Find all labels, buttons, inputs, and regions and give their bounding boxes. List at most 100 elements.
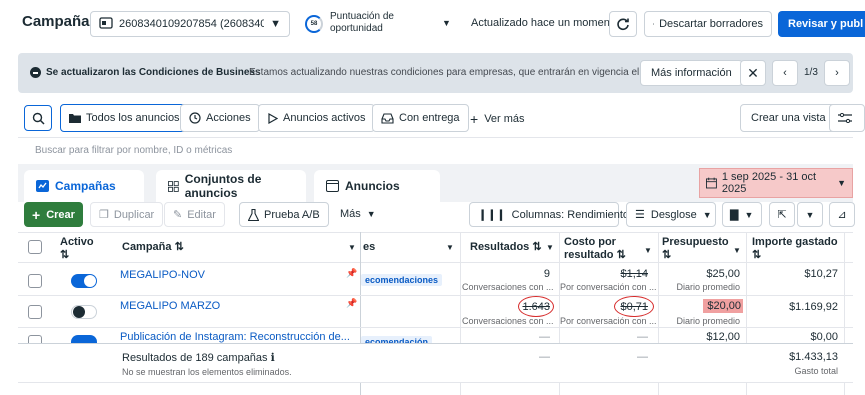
highlight-circle [614,296,654,317]
chevron-down-icon: ▼ [805,209,815,220]
pin-icon[interactable]: 📌 [346,268,357,279]
breakdown-icon: ☰ [635,209,645,221]
see-more-label: Ver más [484,113,525,125]
date-range-label: 1 sep 2025 - 31 oct 2025 [721,171,817,195]
campaign-name[interactable]: MEGALIPO-NOV [120,269,205,281]
filter-delivery[interactable]: Con entrega [372,104,469,132]
chart-icon: ⊿ [837,209,847,221]
sliders-icon [838,113,852,123]
more-actions-dropdown[interactable]: Más ▼ [340,208,376,220]
col-delivery-header[interactable]: es [363,241,375,254]
discard-drafts-button[interactable]: Descartar borradores [644,11,772,37]
footer-spent-sub: Gasto total [794,366,838,376]
col-active-header[interactable]: Activo ⇅ [60,236,94,262]
terms-banner: Se actualizaron las Condiciones de Busin… [18,53,853,93]
row-checkbox[interactable] [28,335,42,343]
budget-value: $12,00 [706,331,740,343]
columns-dropdown[interactable]: ❙❙❙ Columnas: Rendimiento ▼ [469,202,644,227]
level-tabs: Campañas Conjuntos de anuncios Anuncios … [18,164,853,202]
chevron-down-icon[interactable]: ▼ [733,246,741,255]
opportunity-score[interactable]: 58 Puntuación de oportunidad ▼ [305,10,455,38]
active-toggle[interactable] [71,335,97,343]
ad-icon [326,180,339,192]
campaigns-table: Activo ⇅ Campaña ⇅ ▼ es ▼ Resultados ⇅ ▼ … [18,232,853,395]
chevron-down-icon[interactable]: ▼ [546,243,554,252]
prev-button[interactable]: ‹ [772,60,798,86]
chevron-down-icon[interactable]: ▼ [348,243,356,252]
filter-all-ads[interactable]: Todos los anuncios [60,104,189,132]
date-range-picker[interactable]: 1 sep 2025 - 31 oct 2025 ▼ [699,168,853,198]
grid-icon [168,180,179,192]
ab-test-button[interactable]: Prueba A/B [239,202,329,227]
col-budget-header[interactable]: Presupuesto ⇅ [662,236,729,262]
updated-status: Actualizado hace un momento [471,17,619,29]
next-button[interactable]: › [824,60,850,86]
campaign-name[interactable]: Publicación de Instagram: Reconstrucción… [120,331,350,343]
export-dropdown[interactable]: ▼ [797,202,823,227]
sort-icon: ⇅ [532,241,542,253]
col-campaign-header[interactable]: Campaña ⇅ [122,241,184,254]
select-all-checkbox[interactable] [28,240,42,254]
account-selector[interactable]: 2608340109207854 (2608340... ▼ [90,11,290,37]
plus-icon: + [32,206,41,223]
score-label: Puntuación de oportunidad [330,11,394,34]
create-view-button[interactable]: Crear una vista [740,104,837,132]
tab-adsets[interactable]: Conjuntos de anuncios [156,170,306,202]
duplicate-label: Duplicar [113,208,155,221]
chart-button[interactable]: ⊿ [829,202,855,227]
active-toggle[interactable] [71,305,97,319]
chevron-down-icon: ▼ [442,18,451,28]
campaign-name[interactable]: MEGALIPO MARZO [120,300,220,312]
review-publish-button[interactable]: Revisar y publ [778,11,865,37]
settings-button[interactable] [829,104,865,132]
refresh-button[interactable] [609,11,637,37]
chevron-down-icon[interactable]: ▼ [644,246,652,255]
sort-icon: ⇅ [752,249,762,261]
chevron-down-icon[interactable]: ▼ [446,243,454,252]
footer-cost: — [637,351,648,363]
col-spent-header[interactable]: Importe gastado ⇅ [752,236,838,262]
folder-icon [69,114,81,123]
reports-dropdown[interactable]: ▇ ▼ [722,202,762,227]
search-input[interactable]: Buscar para filtrar por nombre, ID o mét… [35,145,232,156]
tab-ads[interactable]: Anuncios [314,170,440,202]
footer-title: Resultados de 189 campañas ℹ [122,352,275,364]
pin-icon[interactable]: 📌 [346,298,357,309]
create-button[interactable]: + Crear [24,202,83,227]
search-bar[interactable]: Buscar para filtrar por nombre, ID o mét… [18,137,853,162]
col-cost-header[interactable]: Costo por resultado ⇅ [564,236,626,262]
footer-note: No se muestran los elementos eliminados. [122,367,292,377]
col-results-header[interactable]: Resultados ⇅ [470,241,542,254]
breakdown-dropdown[interactable]: ☰ Desglose ▼ [626,202,716,227]
results-sub: Conversaciones con ... [462,316,554,326]
table-footer: Resultados de 189 campañas ℹ No se muest… [18,343,853,383]
export-button[interactable]: ⇱ [769,202,795,227]
filter-active-ads[interactable]: Anuncios activos [258,104,375,132]
search-icon [32,112,45,125]
duplicate-button[interactable]: ❐ Duplicar [90,202,164,227]
more-info-button[interactable]: Más información [640,60,743,86]
cost-sub: Por conversación con ... [560,316,657,326]
spent-value: $1.169,92 [789,301,838,313]
account-label: 2608340109207854 (2608340... [119,18,265,30]
filter-delivery-label: Con entrega [399,112,460,124]
create-label: Crear [46,208,75,221]
pencil-icon: ✎ [173,209,183,221]
chevron-down-icon: ▼ [744,209,754,220]
more-label: Más [340,208,361,220]
filter-actions[interactable]: Acciones [180,104,260,132]
breakdown-label: Desglose [650,208,697,221]
see-more-filters[interactable]: + Ver más [470,111,525,127]
filter-all-ads-label: Todos los anuncios [86,112,180,124]
chevron-down-icon: ▼ [270,18,281,30]
row-checkbox[interactable] [28,305,42,319]
tab-campaigns[interactable]: Campañas [24,170,144,202]
row-checkbox[interactable] [28,274,42,288]
banner-page: 1/3 [804,67,818,78]
search-button[interactable] [24,105,52,131]
chevron-left-icon: ‹ [783,67,787,79]
close-button[interactable]: ✕ [740,60,766,86]
active-toggle[interactable] [71,274,97,288]
edit-button[interactable]: ✎ Editar [164,202,225,227]
columns-label: Columnas: Rendimiento [511,208,630,221]
